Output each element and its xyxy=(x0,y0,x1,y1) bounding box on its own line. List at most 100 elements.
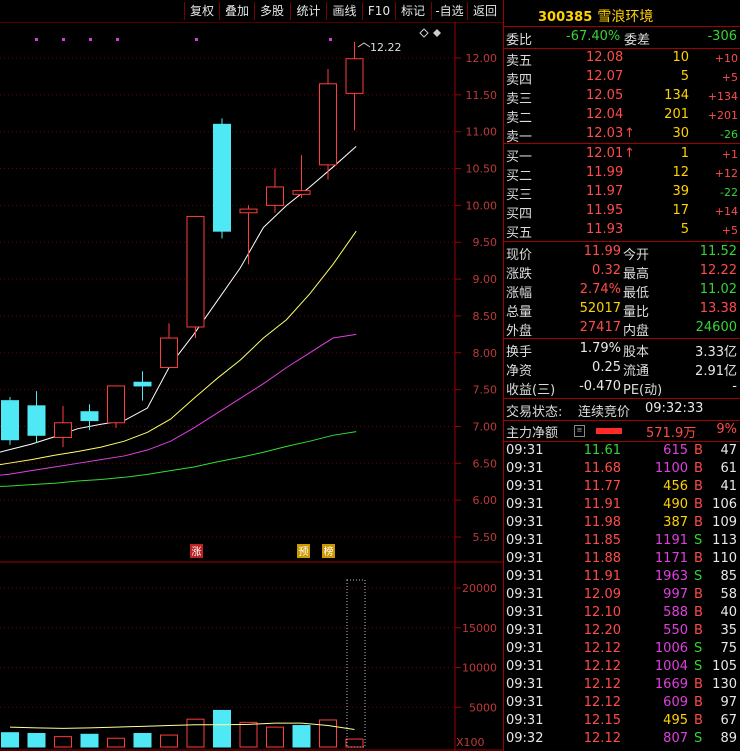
price-axis: 12.00 11.50 11.00 10.50 10.00 9.50 9.00 8.50 8.0… xyxy=(455,52,497,749)
bids-row[interactable]: 买一 12.01 ↑ 1 +1 xyxy=(504,146,740,165)
tick-volume: 1669 xyxy=(654,677,688,692)
tick-time: 09:31 xyxy=(506,623,544,638)
list-icon[interactable]: ≡ xyxy=(574,425,585,437)
toolbar-button-4[interactable]: 画线 xyxy=(328,3,361,20)
tick-price: 12.15 xyxy=(583,713,621,728)
kline-chart[interactable]: 12.00 11.50 11.00 10.50 10.00 9.50 9.00 8.50 8.0… xyxy=(0,22,503,751)
trade-status-row: 交易状态: 连续竞价 09:32:33 xyxy=(504,401,740,420)
tick-count: 85 xyxy=(720,569,737,584)
bids-change: -22 xyxy=(720,186,738,199)
tick-time: 09:31 xyxy=(506,461,544,476)
quote-row: 外盘 27417 内盘 24600 xyxy=(504,320,740,339)
tick-row: 09:31 11.61 615 B 47 xyxy=(504,443,740,461)
tick-price: 11.68 xyxy=(583,461,621,476)
price-axis-label: 9.00 xyxy=(473,273,498,286)
asks-row[interactable]: 卖三 12.05 134 +134 xyxy=(504,88,740,107)
tick-price: 11.91 xyxy=(583,569,621,584)
asks-price: 12.05 xyxy=(586,88,624,103)
asks-row[interactable]: 卖五 12.08 10 +10 xyxy=(504,50,740,69)
toolbar-button-7[interactable]: -自选 xyxy=(433,3,466,20)
tick-price: 11.85 xyxy=(583,533,621,548)
asks-price: 12.04 xyxy=(586,107,624,122)
current-volume-box xyxy=(346,579,366,748)
tick-row: 09:31 12.12 609 B 97 xyxy=(504,695,740,713)
wc-value: -306 xyxy=(707,29,737,44)
bids-change: +12 xyxy=(714,167,738,180)
asks-change: -26 xyxy=(720,128,738,141)
tick-volume: 550 xyxy=(663,623,688,638)
toolbar-button-8[interactable]: 返回 xyxy=(469,3,501,20)
fundamental-value: -0.470 xyxy=(579,379,621,394)
toolbar-button-5[interactable]: F10 xyxy=(364,3,394,20)
stock-code: 300385 xyxy=(538,10,593,25)
tick-price: 11.98 xyxy=(583,515,621,530)
price-axis-label: 12.00 xyxy=(466,52,498,65)
asks-label: 卖三 xyxy=(506,92,533,107)
tick-price: 12.10 xyxy=(583,605,621,620)
asks-volume: 201 xyxy=(664,107,689,122)
tick-side: B xyxy=(694,551,703,566)
tick-price: 12.12 xyxy=(583,731,621,746)
bids-row[interactable]: 买四 11.95 17 +14 xyxy=(504,203,740,222)
candle-body xyxy=(1,400,19,441)
bids-label: 买四 xyxy=(506,207,533,222)
candle-body xyxy=(160,337,178,369)
tick-count: 75 xyxy=(720,641,737,656)
fundamental-label: 收益(三) xyxy=(506,383,556,398)
tick-row: 09:31 12.12 1004 S 105 xyxy=(504,659,740,677)
bids-price: 11.97 xyxy=(586,184,624,199)
tick-time: 09:31 xyxy=(506,479,544,494)
volume-bar xyxy=(54,736,72,748)
tick-row: 09:31 11.68 1100 B 61 xyxy=(504,461,740,479)
volume-bar xyxy=(80,733,99,748)
asks-change: +134 xyxy=(707,90,738,103)
toolbar-button-3[interactable]: 统计 xyxy=(292,3,325,20)
bids-volume: 1 xyxy=(680,146,689,161)
fundamental-label: 股本 xyxy=(623,345,650,360)
volume-bar xyxy=(292,725,311,748)
asks-label: 卖二 xyxy=(506,111,533,126)
toolbar-separator xyxy=(290,2,291,20)
price-axis-label: 8.50 xyxy=(473,310,498,323)
tick-time: 09:31 xyxy=(506,677,544,692)
quote-label: 现价 xyxy=(506,248,533,263)
tick-row: 09:31 11.98 387 B 109 xyxy=(504,515,740,533)
asks-row[interactable]: 卖四 12.07 5 +5 xyxy=(504,69,740,88)
asks-row[interactable]: 卖一 12.03 ↑ 30 -26 xyxy=(504,126,740,145)
bids-row[interactable]: 买五 11.93 5 +5 xyxy=(504,222,740,241)
quote-value: 24600 xyxy=(695,320,737,335)
asks-row[interactable]: 卖二 12.04 201 +201 xyxy=(504,107,740,126)
tick-count: 40 xyxy=(720,605,737,620)
bids-price: 11.95 xyxy=(586,203,624,218)
tick-price: 11.61 xyxy=(583,443,621,458)
price-axis-label: 7.50 xyxy=(473,384,498,397)
volume-unit-label: X100 xyxy=(456,736,485,749)
asks-change: +201 xyxy=(707,109,738,122)
bids-row[interactable]: 买二 11.99 12 +12 xyxy=(504,165,740,184)
status-value: 连续竞价 xyxy=(578,405,631,420)
volume-bar xyxy=(1,732,19,748)
tick-volume: 387 xyxy=(663,515,688,530)
bids-row[interactable]: 买三 11.97 39 -22 xyxy=(504,184,740,203)
toolbar-button-1[interactable]: 叠加 xyxy=(221,3,253,20)
tick-row: 09:31 11.77 456 B 41 xyxy=(504,479,740,497)
fundamental-row: 净资 0.25 流通 2.91亿 xyxy=(504,360,740,379)
volume-bar xyxy=(345,738,364,748)
candle-body xyxy=(27,405,46,436)
toolbar-button-6[interactable]: 标记 xyxy=(397,3,429,20)
tick-volume: 1004 xyxy=(654,659,688,674)
volume-axis-label: 10000 xyxy=(462,662,497,675)
toolbar-button-2[interactable]: 多股 xyxy=(256,3,288,20)
toolbar-button-0[interactable]: 复权 xyxy=(186,3,218,20)
event-dot xyxy=(195,38,198,41)
toolbar-separator xyxy=(184,2,185,20)
tick-price: 11.77 xyxy=(583,479,621,494)
price-axis-label: 6.00 xyxy=(473,494,498,507)
quote-label: 最高 xyxy=(623,267,650,282)
fundamental-value: 1.79% xyxy=(579,341,621,356)
tick-volume: 609 xyxy=(663,695,688,710)
tick-row: 09:31 11.88 1171 B 110 xyxy=(504,551,740,569)
volume-bar xyxy=(160,734,178,748)
high-pointer-icon xyxy=(357,42,371,48)
bids-label: 买二 xyxy=(506,169,533,184)
